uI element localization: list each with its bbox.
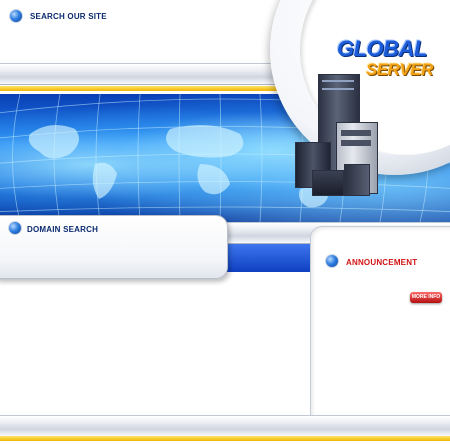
announcement-title: ANNOUNCEMENT [346, 258, 418, 267]
bottom-yellow-stripe [0, 436, 450, 441]
blue-orb-icon [9, 222, 21, 234]
blue-orb-icon [10, 10, 22, 22]
bottom-chrome-bar [0, 415, 450, 437]
logo-server-text: SERVER [366, 60, 433, 79]
search-title: SEARCH OUR SITE [30, 12, 107, 21]
domain-search-title: DOMAIN SEARCH [27, 225, 99, 234]
search-section: SEARCH OUR SITE [0, 0, 300, 34]
more-info-button[interactable]: MORE INFO [410, 292, 442, 303]
blue-orb-icon [326, 255, 338, 267]
top-yellow-stripe [0, 86, 300, 91]
logo-global-text: GLOBAL [337, 36, 427, 61]
page: SEARCH OUR SITE GLOBAL SERVER DOMAIN SEA… [0, 0, 450, 444]
middle-blue-strip [226, 244, 310, 272]
